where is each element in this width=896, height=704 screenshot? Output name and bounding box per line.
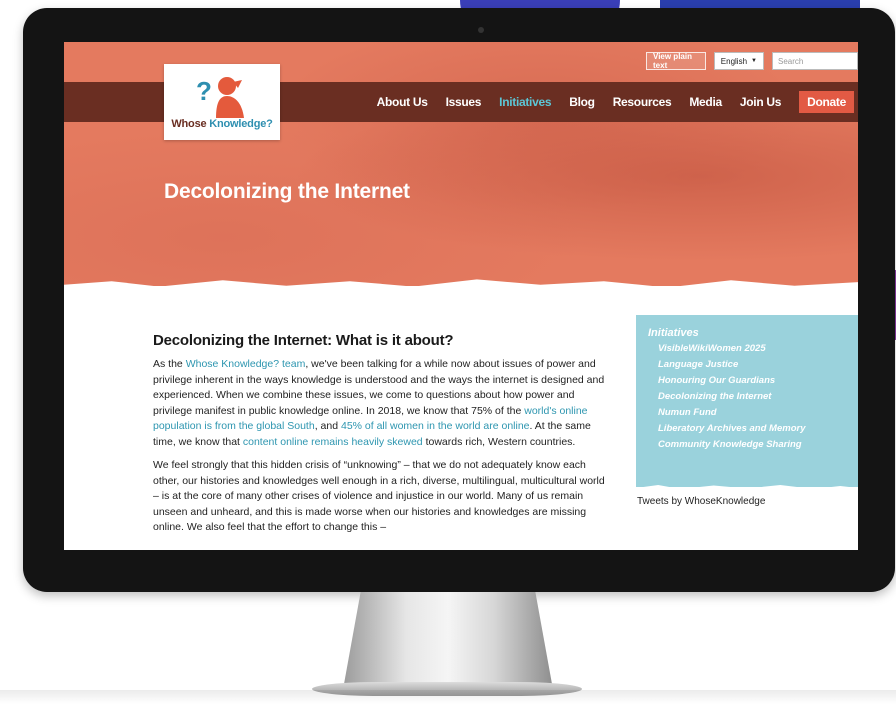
link-whose-knowledge-team[interactable]: Whose Knowledge? team — [186, 358, 306, 370]
sidebar-item-language-justice[interactable]: Language Justice — [658, 357, 846, 373]
p1-text-3: , and — [314, 420, 341, 432]
tweets-link[interactable]: Tweets by WhoseKnowledge — [637, 496, 765, 507]
article-content: Decolonizing the Internet: What is it ab… — [153, 332, 613, 544]
view-plain-text-button[interactable]: View plain text — [646, 52, 706, 70]
nav-about-us[interactable]: About Us — [377, 95, 428, 109]
page-title: Decolonizing the Internet — [164, 180, 410, 203]
sidebar-list: VisibleWikiWomen 2025 Language Justice H… — [648, 341, 846, 453]
sidebar-item-community-knowledge[interactable]: Community Knowledge Sharing — [658, 437, 846, 453]
p1-text-5: towards rich, Western countries. — [422, 435, 576, 448]
article-heading: Decolonizing the Internet: What is it ab… — [153, 332, 454, 349]
sidebar-item-decolonizing-internet[interactable]: Decolonizing the Internet — [658, 389, 846, 405]
site-logo[interactable]: ? Whose Knowledge? — [164, 64, 280, 140]
search-input[interactable] — [772, 52, 858, 70]
utility-bar: View plain text English ▼ — [646, 52, 858, 70]
webcam-dot — [478, 27, 484, 33]
sidebar-item-honouring-guardians[interactable]: Honouring Our Guardians — [658, 373, 846, 389]
sidebar-title: Initiatives — [648, 327, 699, 339]
initiatives-sidebar: Initiatives VisibleWikiWomen 2025 Langua… — [636, 315, 858, 487]
language-select[interactable]: English ▼ — [713, 52, 764, 70]
donate-button[interactable]: Donate — [799, 91, 854, 113]
website-screen: View plain text English ▼ ? Whose Knowle… — [64, 42, 858, 550]
nav-initiatives[interactable]: Initiatives — [499, 95, 551, 109]
p1-text-1: As the — [153, 358, 186, 370]
nav-join-us[interactable]: Join Us — [740, 95, 782, 109]
nav-resources[interactable]: Resources — [613, 95, 672, 109]
logo-text-accent: Knowledge? — [209, 118, 273, 130]
logo-wordmark: Whose Knowledge? — [164, 118, 280, 130]
nav-blog[interactable]: Blog — [569, 95, 595, 109]
link-content-skewed[interactable]: content online remains heavily skewed — [243, 436, 423, 448]
floor-shadow — [0, 690, 896, 704]
monitor-stand — [344, 592, 552, 684]
sidebar-item-liberatory-archives[interactable]: Liberatory Archives and Memory — [658, 421, 846, 437]
logo-text-main: Whose — [171, 118, 207, 130]
nav-media[interactable]: Media — [689, 95, 722, 109]
main-navigation: About Us Issues Initiatives Blog Resourc… — [377, 82, 858, 122]
sidebar-item-numun-fund[interactable]: Numun Fund — [658, 405, 846, 421]
sidebar-item-visiblewikiwomen[interactable]: VisibleWikiWomen 2025 — [658, 341, 846, 357]
logo-head-icon: ? — [196, 76, 244, 118]
language-value: English — [720, 56, 748, 66]
nav-issues[interactable]: Issues — [446, 95, 482, 109]
svg-text:?: ? — [196, 76, 212, 106]
article-paragraph-2: We feel strongly that this hidden crisis… — [153, 459, 605, 533]
link-women-online[interactable]: 45% of all women in the world are online — [341, 420, 530, 432]
chevron-down-icon: ▼ — [751, 58, 757, 64]
article-paragraph-1: As the Whose Knowledge? team, we've been… — [153, 357, 613, 450]
